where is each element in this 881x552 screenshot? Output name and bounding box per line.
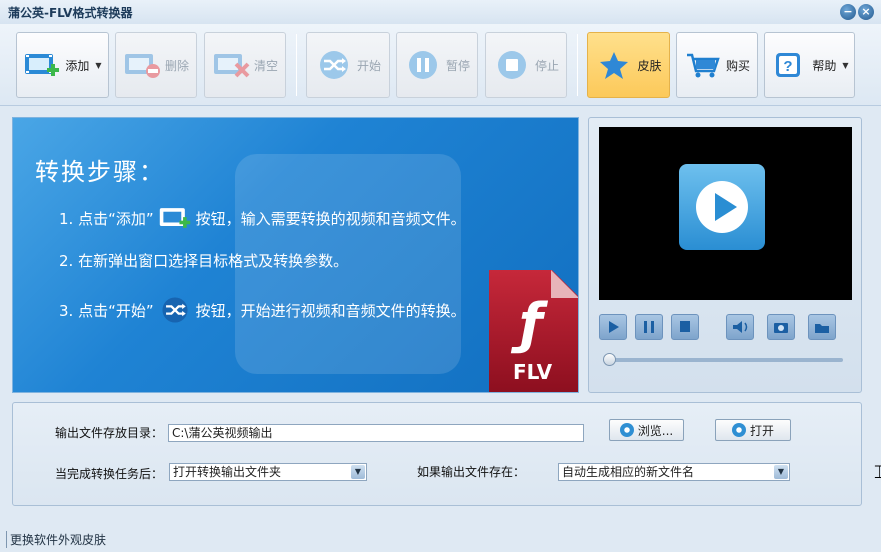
svg-text:?: ? <box>784 58 793 75</box>
skin-label: 皮肤 <box>637 58 662 73</box>
help-icon: ? <box>770 50 808 80</box>
guide-title: 转换步骤： <box>35 158 165 186</box>
snapshot-button[interactable] <box>767 314 795 340</box>
stop-icon <box>493 50 531 80</box>
minimize-button[interactable]: − <box>840 4 856 20</box>
guide-step-1: 1. 点击“添加” 按钮，输入需要转换的视频和音频文件。 <box>59 204 466 232</box>
output-dir-input[interactable]: C:\蒲公英视频输出 <box>168 424 584 442</box>
open-folder-button[interactable] <box>808 314 836 340</box>
play-button[interactable] <box>599 314 627 340</box>
pause-button[interactable]: 暂停 <box>396 32 478 98</box>
open-button[interactable]: 打开 <box>715 419 791 441</box>
buy-label: 购买 <box>725 58 750 73</box>
play-overlay-icon[interactable] <box>679 164 765 250</box>
step1-suffix: 按钮，输入需要转换的视频和音频文件。 <box>195 209 466 228</box>
film-add-icon <box>158 204 192 232</box>
flv-badge-text: FLV <box>513 360 553 384</box>
chevron-down-icon: ▼ <box>774 465 788 479</box>
window-title: 蒲公英-FLV格式转换器 <box>8 6 133 20</box>
browse-label: 浏览... <box>637 423 674 438</box>
video-screen <box>599 127 852 300</box>
after-task-label: 当完成转换任务后： <box>55 467 164 481</box>
if-exists-select[interactable]: 自动生成相应的新文件名 ▼ <box>558 463 790 481</box>
clear-button[interactable]: 清空 <box>204 32 286 98</box>
delete-button[interactable]: 删除 <box>115 32 197 98</box>
if-exists-value: 自动生成相应的新文件名 <box>562 465 695 479</box>
cart-icon <box>684 50 722 80</box>
pause-button[interactable] <box>635 314 663 340</box>
add-button[interactable]: 添加 ▼ <box>16 32 109 98</box>
film-remove-icon <box>123 50 161 80</box>
toolbar-divider <box>296 34 297 96</box>
start-button[interactable]: 开始 <box>306 32 390 98</box>
help-label: 帮助 <box>812 58 837 73</box>
text-cursor-icon: ⌶ <box>874 462 881 483</box>
after-task-value: 打开转换输出文件夹 <box>173 465 282 479</box>
status-text: 更换软件外观皮肤 <box>6 531 106 548</box>
step1-prefix: 1. 点击“添加” <box>59 209 154 228</box>
clear-label: 清空 <box>253 58 278 73</box>
preview-player <box>588 117 862 393</box>
film-clear-icon <box>212 50 250 80</box>
guide-step-3: 3. 点击“开始” 按钮，开始进行视频和音频文件的转换。 <box>59 296 466 324</box>
stop-button[interactable] <box>671 314 699 340</box>
after-task-select[interactable]: 打开转换输出文件夹 ▼ <box>169 463 367 481</box>
help-button[interactable]: ? 帮助 ▼ <box>764 32 855 98</box>
browse-button[interactable]: 浏览... <box>609 419 684 441</box>
browse-icon <box>619 423 634 437</box>
output-dir-label: 输出文件存放目录： <box>55 426 164 440</box>
seek-handle[interactable] <box>603 353 616 366</box>
volume-button[interactable] <box>726 314 754 340</box>
delete-label: 删除 <box>164 58 189 73</box>
step3-prefix: 3. 点击“开始” <box>59 301 154 320</box>
chevron-down-icon: ▼ <box>95 60 102 70</box>
pause-label: 暂停 <box>445 58 470 73</box>
film-add-icon <box>23 50 61 80</box>
status-bar: 更换软件外观皮肤 <box>0 528 881 552</box>
shuffle-convert-icon <box>158 296 192 324</box>
toolbar: 添加 ▼ 删除 清空 开始 暂停 停止 皮肤 购买 ? 帮助 ▼ <box>0 24 881 106</box>
title-bar: 蒲公英-FLV格式转换器 − × <box>0 0 881 24</box>
star-icon <box>595 50 633 80</box>
buy-button[interactable]: 购买 <box>676 32 758 98</box>
film-reel-icon <box>731 423 746 437</box>
skin-button[interactable]: 皮肤 <box>587 32 670 98</box>
open-label: 打开 <box>749 423 774 438</box>
seek-track[interactable] <box>605 358 843 362</box>
guide-step-2: 2. 在新弹出窗口选择目标格式及转换参数。 <box>59 252 349 270</box>
add-label: 添加 <box>65 58 90 73</box>
chevron-down-icon: ▼ <box>351 465 365 479</box>
if-exists-label: 如果输出文件存在： <box>417 465 526 479</box>
stop-button[interactable]: 停止 <box>485 32 567 98</box>
shuffle-convert-icon <box>315 50 353 80</box>
toolbar-divider <box>577 34 578 96</box>
chevron-down-icon: ▼ <box>842 60 849 70</box>
pause-icon <box>404 50 442 80</box>
output-settings-panel: 输出文件存放目录： C:\蒲公英视频输出 浏览... 打开 当完成转换任务后： … <box>12 402 862 506</box>
start-label: 开始 <box>356 58 381 73</box>
step3-suffix: 按钮，开始进行视频和音频文件的转换。 <box>195 301 466 320</box>
close-button[interactable]: × <box>858 4 874 20</box>
stop-label: 停止 <box>534 58 559 73</box>
conversion-guide-panel: 转换步骤： 1. 点击“添加” 按钮，输入需要转换的视频和音频文件。 2. 在新… <box>12 117 579 393</box>
flv-file-icon: ƒ FLV <box>489 270 578 392</box>
